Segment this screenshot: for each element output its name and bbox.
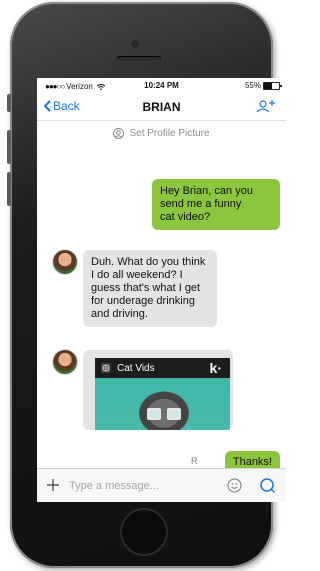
chat-thread: Hey Brian, can you send me a funny cat v… <box>37 145 286 474</box>
emoji-icon[interactable] <box>227 478 242 493</box>
camera-icon <box>113 127 125 139</box>
front-camera <box>131 40 139 48</box>
avatar[interactable] <box>53 350 77 374</box>
message-input[interactable] <box>67 477 221 495</box>
k-logo: k· <box>209 360 222 376</box>
plus-icon[interactable] <box>46 478 60 492</box>
conversation-title: BRIAN <box>142 100 181 114</box>
avatar[interactable] <box>53 250 77 274</box>
home-button[interactable] <box>122 510 166 554</box>
set-profile-picture-label: Set Profile Picture <box>129 127 210 139</box>
earpiece-speaker <box>117 56 161 61</box>
mute-switch <box>7 94 11 112</box>
status-right: 55% <box>244 81 282 90</box>
cat-glasses-left <box>147 408 161 420</box>
set-profile-picture-row[interactable]: Set Profile Picture <box>37 120 286 146</box>
cat-image <box>135 388 193 430</box>
video-card-message[interactable]: Cat Vids k· <box>83 350 233 430</box>
composer-bar <box>37 468 286 502</box>
cat-glasses-right <box>167 408 181 420</box>
cat-video-thumbnail <box>95 378 230 430</box>
message-bubble-incoming: Duh. What do you think I do all weekend?… <box>83 250 217 327</box>
message-bubble-outgoing: Hey Brian, can you send me a funny cat v… <box>152 179 280 230</box>
battery-icon <box>263 81 282 90</box>
add-person-icon[interactable] <box>256 98 276 114</box>
nav-bar: Back BRIAN <box>37 94 286 120</box>
video-card-title: Cat Vids <box>117 362 155 374</box>
search-icon[interactable] <box>259 477 276 494</box>
volume-down-button <box>7 172 11 206</box>
phone-frame: ●●●○○ Verizon 10:24 PM 55% Back BRIAN Se… <box>7 2 286 568</box>
read-receipt-icon: R <box>191 456 198 466</box>
battery-percent: 55% <box>244 81 261 90</box>
status-bar: ●●●○○ Verizon 10:24 PM 55% <box>37 78 286 94</box>
volume-up-button <box>7 130 11 164</box>
globe-icon <box>101 363 111 373</box>
screen: ●●●○○ Verizon 10:24 PM 55% Back BRIAN Se… <box>37 78 286 502</box>
video-card-header: Cat Vids k· <box>95 358 230 378</box>
